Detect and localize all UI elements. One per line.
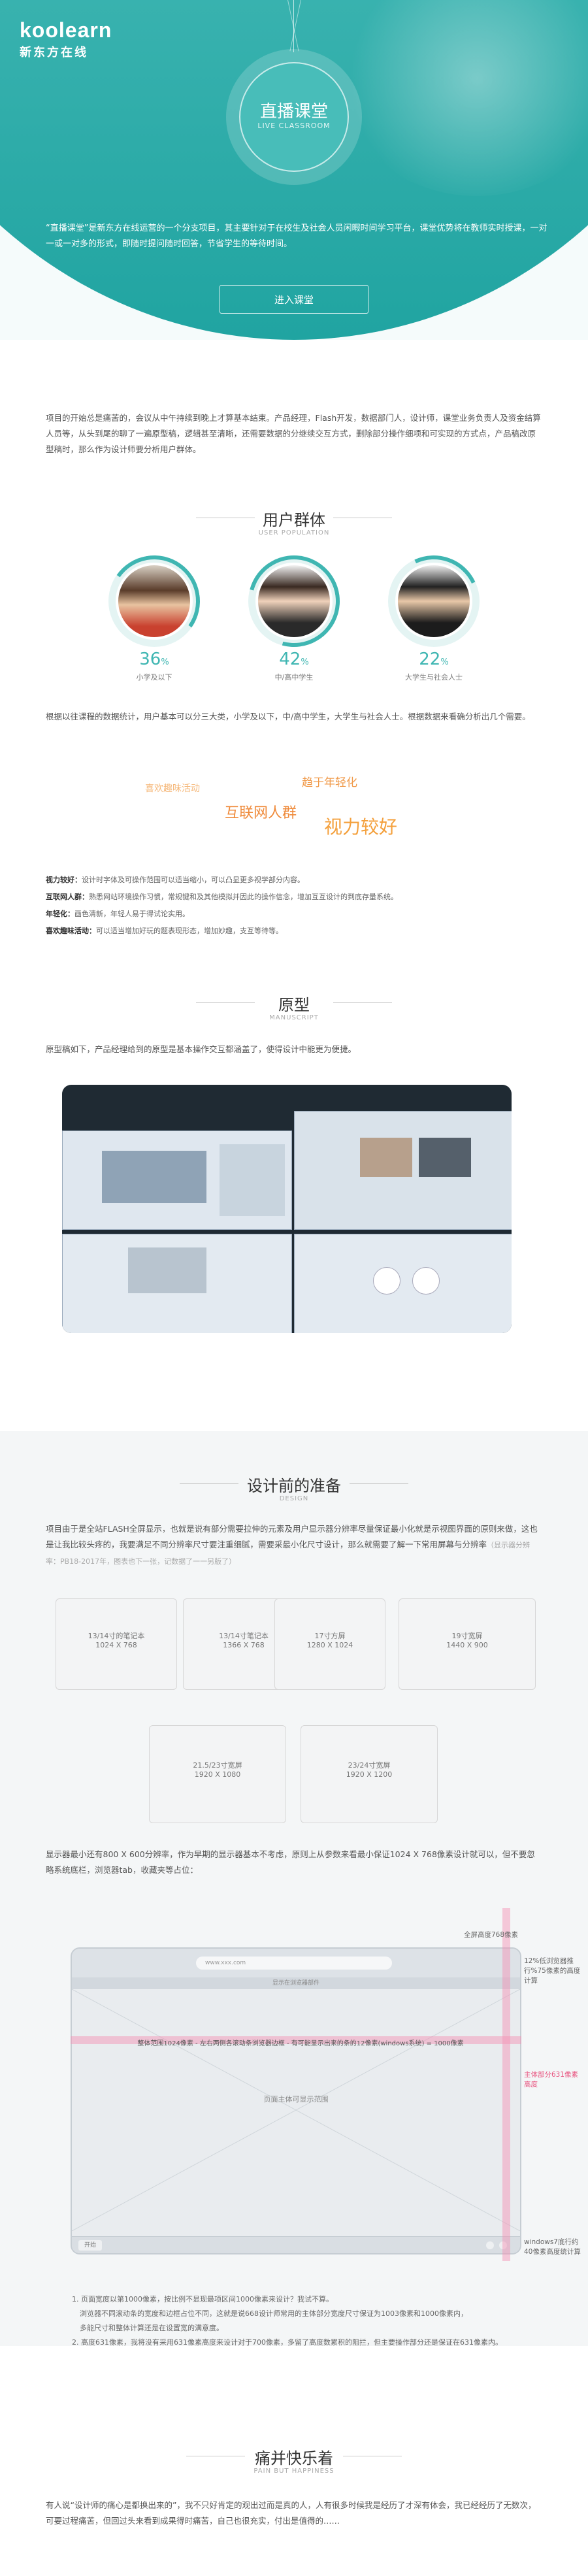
url-bar: www.xxx.com: [196, 1957, 392, 1970]
feature-item: 视力较好：设计时字体及可操作范围可以适当缩小，可以凸显更多视学部分内容。: [46, 876, 304, 884]
users-analysis: 根据以往课程的数据统计，用户基本可以分三大类，小学及以下，中/高中学生，大学生与…: [46, 712, 531, 721]
group-label: 小学及以下: [136, 673, 172, 682]
tag-internet: 互联网人群: [225, 805, 297, 821]
note-line: 2. 高度631像素，我将没有采用631像素高度来设计对于700像素，多留了高度…: [72, 2338, 502, 2347]
taskbar: 开始: [72, 2236, 520, 2253]
browser-body-cross: [72, 1989, 520, 2231]
prototype-photo: [62, 1085, 512, 1333]
section-sub-preparation: DESIGN: [279, 1495, 309, 1502]
start-button: 开始: [78, 2240, 102, 2251]
wireframe-screen: [62, 1234, 292, 1333]
browser-height-note: 12%低浏览器推行%75像素的高度计算: [524, 1957, 581, 1985]
tag-vision: 视力较好: [324, 816, 398, 838]
percentage-value: 36%: [139, 650, 169, 669]
wireframe-screen: [62, 1131, 292, 1230]
main-area-label: 页面主体可显示范围: [263, 2095, 329, 2104]
logo-subtitle: 新东方在线: [20, 46, 88, 59]
avatar-teen: [255, 563, 333, 640]
resolution-card: 23/24寸宽屏 1920 X 1200: [301, 1725, 438, 1823]
logo-koolearn[interactable]: koolearn: [20, 18, 112, 42]
section-title-users: 用户群体: [263, 511, 325, 529]
tray-icon: [486, 2241, 494, 2249]
tag-fun: 喜欢趣味活动: [145, 784, 200, 794]
browser-diagram: www.xxx.com 显示在浏览器部件 页面主体可显示范围 开始: [71, 1947, 521, 2254]
resolution-card: 17寸方屏 1280 X 1024: [274, 1598, 385, 1690]
resolution-card: 19寸宽屏 1440 X 900: [399, 1598, 536, 1690]
prototype-paragraph: 原型稿如下，产品经理给到的原型是基本操作交互都涵盖了，使得设计中能更为便捷。: [46, 1044, 357, 1054]
resolution-notes: 1. 页面宽度以第1000像素，按比例不显现最项区间1000像素来设计？我试不算…: [72, 2292, 542, 2350]
section-title-prototype: 原型: [278, 996, 310, 1014]
preparation-paragraph: 项目由于是全站FLASH全屏显示，也就是说有部分需要拉伸的元素及用户显示器分辨率…: [46, 1524, 538, 1566]
group-label: 中/高中学生: [274, 673, 314, 682]
page-subtitle: LIVE CLASSROOM: [257, 122, 331, 130]
section-sub-users: USER POPULATION: [258, 529, 330, 537]
fullscreen-height-note: 全屏高度768像素: [464, 1931, 519, 1939]
preparation-paragraph-2: 显示器最小还有800 X 600分辨率，作为早期的显示器基本不考虑，原则上从参数…: [46, 1849, 535, 1875]
percentage-value: 22%: [419, 650, 449, 669]
group-label: 大学生与社会人士: [405, 673, 463, 682]
section-title-closing: 痛并快乐着: [255, 2449, 333, 2468]
section-title-preparation: 设计前的准备: [247, 1477, 341, 1495]
section-sub-closing: PAIN BUT HAPPINESS: [253, 2468, 335, 2475]
wireframe-screen: [294, 1234, 512, 1333]
percentage-value: 42%: [279, 650, 309, 669]
resolution-card: 13/14寸的笔记本 1024 X 768: [56, 1598, 177, 1690]
resolution-card: 21.5/23寸宽屏 1920 X 1080: [149, 1725, 286, 1823]
browser-toolbar: www.xxx.com: [72, 1949, 520, 1978]
feature-item: 喜欢趣味活动：可以适当增加好玩的题表现形态，增加妙趣，支互等待等。: [46, 927, 283, 935]
hero-description: “直播课堂”是新东方在线运营的一个分支项目，其主要针对于在校生及社会人员闲暇时间…: [46, 223, 547, 249]
closing-paragraph: 有人说“设计师的痛心是都换出来的”，我不只好肯定的观出过而是真的人，人有很多时候…: [46, 2500, 536, 2526]
avatar-adult: [395, 563, 472, 640]
feature-item: 年轻化：画色清新，年轻人易于得试论实用。: [46, 910, 189, 918]
enter-classroom-button[interactable]: 进入课堂: [220, 285, 368, 314]
page-title: 直播课堂: [259, 102, 328, 122]
avatar-child: [116, 563, 193, 640]
feature-item: 互联网人群：熟悉网站环境操作习惯，常规键和及其他模拟并因此的操作信念，增加互互设…: [46, 893, 398, 901]
note-line: 浏览器不同滚动条的宽度和边框占位不同，这就是说668设计师常用的主体部分宽度尺寸…: [80, 2309, 468, 2318]
feature-list: 视力较好：设计时字体及可操作范围可以适当缩小，可以凸显更多视学部分内容。 互联网…: [46, 872, 542, 940]
main-height-note: 主体部分631像素高度: [524, 2071, 579, 2089]
taskbar-height-note: windows7底行约40像素高度统计算: [524, 2238, 581, 2256]
tag-young: 趋于年轻化: [302, 776, 357, 789]
favorites-bar: 显示在浏览器部件: [72, 1977, 520, 1989]
wireframe-screen: [294, 1111, 512, 1230]
note-line: 1. 页面宽度以第1000像素，按比例不显现最项区间1000像素来设计？我试不算…: [72, 2295, 333, 2304]
note-line: 多能尺寸和整体计算还是在设置宽的满意度。: [80, 2324, 223, 2332]
width-annotation: 整体范围1024像素 - 左右两侧各滚动条浏览器边框 - 有可能显示出来的条的1…: [137, 2040, 464, 2047]
height-indicator: [502, 1908, 510, 2261]
intro-paragraph: 项目的开始总是痛苦的，会议从中午持续到晚上才算基本结束。产品经理，Flash开发…: [46, 413, 541, 454]
section-sub-prototype: MANUSCRIPT: [269, 1014, 319, 1021]
